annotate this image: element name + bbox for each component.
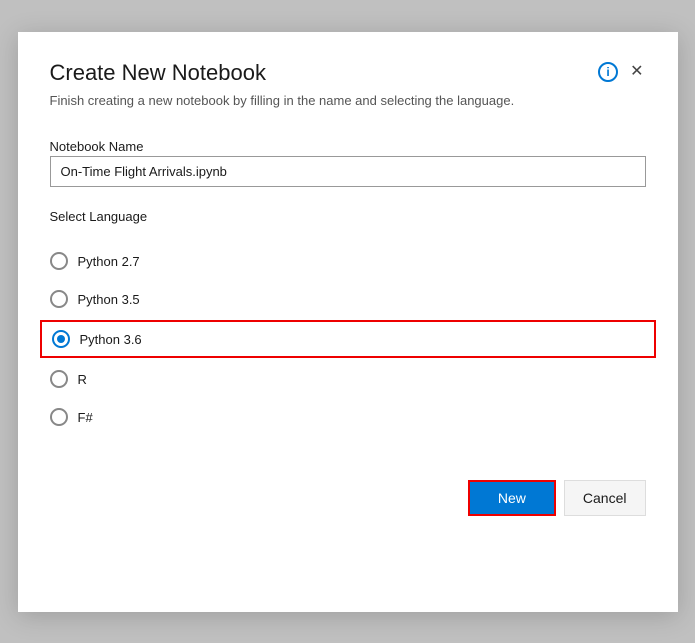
radio-label-fsharp: F# [78,410,93,425]
radio-python27[interactable] [50,252,68,270]
select-language-label: Select Language [50,209,646,224]
cancel-button[interactable]: Cancel [564,480,646,516]
radio-label-r: R [78,372,87,387]
radio-fsharp[interactable] [50,408,68,426]
radio-item-python27[interactable]: Python 2.7 [50,242,646,280]
create-notebook-dialog: Create New Notebook i ✕ Finish creating … [18,32,678,612]
close-icon[interactable]: ✕ [628,62,645,82]
radio-label-python27: Python 2.7 [78,254,140,269]
radio-label-python36: Python 3.6 [80,332,142,347]
dialog-title: Create New Notebook [50,60,266,86]
dialog-header: Create New Notebook i ✕ [50,60,646,86]
radio-python36[interactable] [52,330,70,348]
radio-python35[interactable] [50,290,68,308]
notebook-name-input[interactable] [50,156,646,187]
radio-item-r[interactable]: R [50,360,646,398]
dialog-footer: New Cancel [50,464,646,516]
new-button[interactable]: New [468,480,556,516]
radio-r[interactable] [50,370,68,388]
radio-label-python35: Python 3.5 [78,292,140,307]
radio-item-fsharp[interactable]: F# [50,398,646,436]
language-radio-group: Python 2.7 Python 3.5 Python 3.6 R F# [50,242,646,436]
radio-item-python36[interactable]: Python 3.6 [40,320,656,358]
dialog-subtitle: Finish creating a new notebook by fillin… [50,92,646,110]
radio-item-python35[interactable]: Python 3.5 [50,280,646,318]
dialog-overlay: Create New Notebook i ✕ Finish creating … [0,0,695,643]
header-icons: i ✕ [598,62,645,82]
info-icon[interactable]: i [598,62,618,82]
notebook-name-label: Notebook Name [50,139,144,154]
